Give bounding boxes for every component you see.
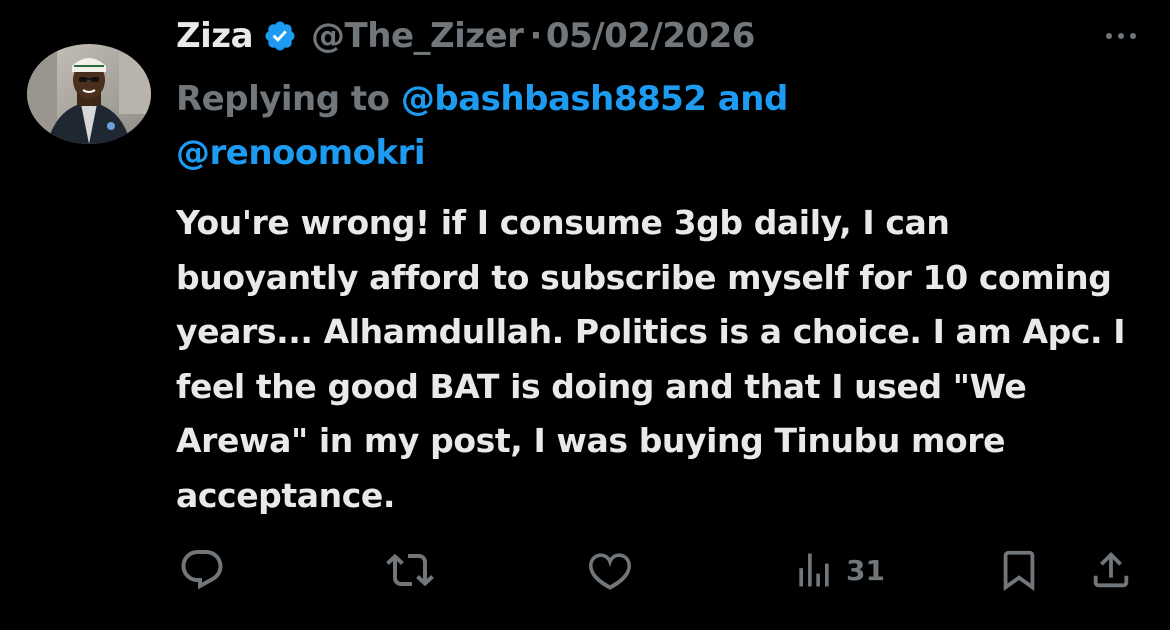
more-horizontal-icon[interactable] [1106, 33, 1136, 39]
replying-to-label: Replying to [176, 79, 401, 119]
heart-icon [589, 553, 631, 590]
mention-joiner: and [706, 79, 789, 119]
mention-link-2[interactable]: @renoomokri [176, 133, 426, 173]
avatar-image [27, 44, 151, 144]
tweet-date[interactable]: 05/02/2026 [546, 16, 756, 56]
mention-link-1[interactable]: @bashbash8852 [401, 79, 707, 119]
avatar[interactable] [27, 44, 151, 144]
action-bar: 31 [0, 540, 1170, 600]
tweet-text: You're wrong! if I consume 3gb daily, I … [176, 203, 1126, 515]
retweet-icon [386, 553, 434, 587]
like-button[interactable] [585, 540, 635, 600]
author-name[interactable]: Ziza [176, 16, 254, 56]
retweet-button[interactable] [385, 540, 435, 600]
verified-badge-icon [265, 21, 295, 51]
tweet-header: Ziza @The_Zizer · 05/02/2026 [176, 14, 755, 58]
share-icon [1093, 551, 1129, 588]
bookmark-button[interactable] [996, 540, 1042, 600]
share-button[interactable] [1088, 540, 1134, 600]
views-bar-icon [799, 553, 829, 587]
author-handle[interactable]: @The_Zizer [311, 16, 524, 56]
views-button[interactable]: 31 [792, 540, 885, 600]
views-count: 31 [846, 553, 885, 587]
replying-to: Replying to @bashbash8852 and @renoomokr… [176, 72, 936, 180]
bookmark-icon [1003, 550, 1035, 591]
tweet: Ziza @The_Zizer · 05/02/2026 Replying to… [0, 0, 1170, 630]
reply-button[interactable] [178, 540, 226, 600]
meta-separator: · [529, 16, 542, 56]
reply-bubble-icon [181, 550, 223, 590]
